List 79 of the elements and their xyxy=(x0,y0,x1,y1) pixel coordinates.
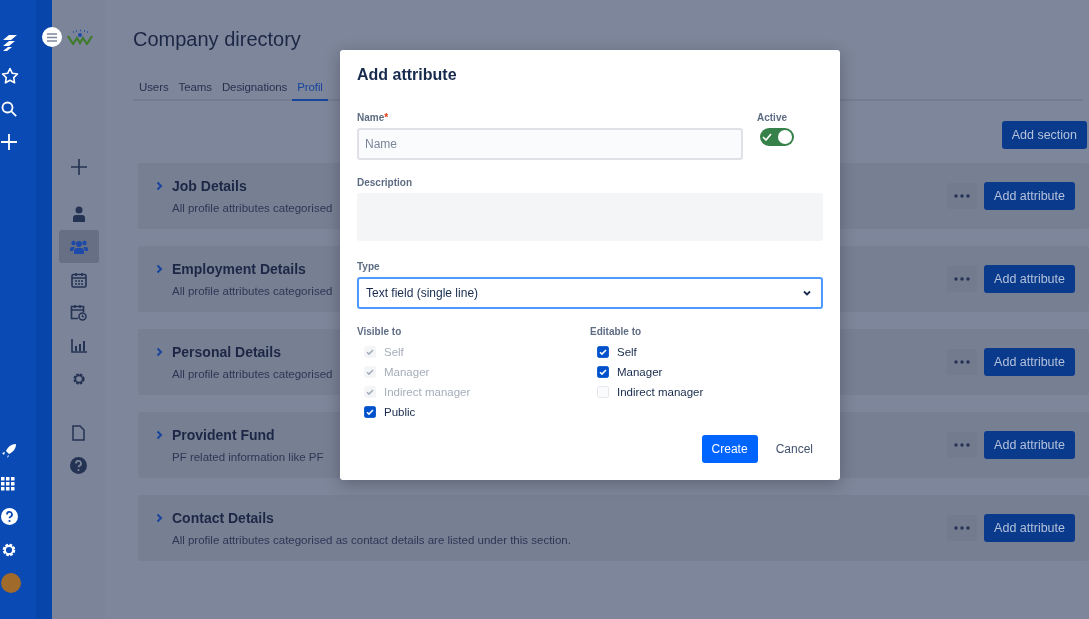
settings-icon[interactable] xyxy=(1,541,17,558)
add-attribute-button[interactable]: Add attribute xyxy=(984,514,1075,542)
tab[interactable]: Users xyxy=(133,79,174,101)
chevron-right-icon[interactable] xyxy=(156,513,163,523)
sidebar-item[interactable] xyxy=(58,230,99,263)
checkbox-label: Indirect manager xyxy=(384,386,471,398)
field-label: Name xyxy=(357,112,385,123)
chevron-right-icon[interactable] xyxy=(156,347,163,357)
section-description: All profile attributes categorised xyxy=(172,368,333,380)
more-icon xyxy=(954,526,971,530)
field-label: Type xyxy=(357,261,381,272)
dialog-title: Add attribute xyxy=(357,66,458,84)
more-icon xyxy=(954,443,971,447)
active-toggle[interactable] xyxy=(760,128,794,146)
section-title: Provident Fund xyxy=(172,427,275,443)
checkbox[interactable] xyxy=(597,366,609,378)
more-button[interactable] xyxy=(947,432,978,458)
section-description: All profile attributes categorised xyxy=(172,202,333,214)
add-attribute-button[interactable]: Add attribute xyxy=(984,182,1075,210)
more-icon xyxy=(954,277,971,281)
document-icon xyxy=(72,424,85,441)
rocket-icon[interactable] xyxy=(1,442,17,459)
section-title: Employment Details xyxy=(172,261,306,277)
group-label: Editable to xyxy=(590,326,643,337)
app-grid-icon[interactable] xyxy=(1,476,15,491)
plus-icon[interactable] xyxy=(1,133,17,150)
required-mark: * xyxy=(384,112,389,123)
section-description: PF related information like PF xyxy=(172,451,324,463)
group-label: Visible to xyxy=(357,326,403,337)
section-title: Job Details xyxy=(172,178,247,194)
cancel-button[interactable]: Cancel xyxy=(765,435,823,463)
checkbox[interactable] xyxy=(364,406,376,418)
field-label: Description xyxy=(357,177,413,188)
name-input[interactable]: Name xyxy=(357,128,743,160)
add-attribute-button[interactable]: Add attribute xyxy=(984,348,1075,376)
checkbox-label: Self xyxy=(384,346,404,358)
chevron-down-icon xyxy=(803,290,811,296)
add-section-button[interactable]: Add section xyxy=(1001,121,1087,149)
chevron-right-icon[interactable] xyxy=(156,430,163,440)
help-icon[interactable] xyxy=(1,508,18,525)
checkbox-label: Manager xyxy=(617,366,663,378)
checkbox-label: Self xyxy=(617,346,637,358)
calendar-clock-icon xyxy=(70,304,87,321)
section-title: Contact Details xyxy=(172,510,274,526)
field-label: Active xyxy=(757,112,788,123)
type-select[interactable]: Text field (single line) xyxy=(357,277,823,309)
add-attribute-button[interactable]: Add attribute xyxy=(984,431,1075,459)
calendar-icon xyxy=(70,271,87,288)
more-button[interactable] xyxy=(947,183,978,209)
person-icon xyxy=(71,205,86,222)
checkbox[interactable] xyxy=(597,346,609,358)
people-logo-icon xyxy=(67,29,93,45)
more-icon xyxy=(954,360,971,364)
section-description: All profile attributes categorised as contact details are listed under this section. xyxy=(172,534,571,546)
avatar[interactable] xyxy=(1,572,21,593)
plus-icon xyxy=(69,157,88,176)
add-attribute-button[interactable]: Add attribute xyxy=(984,265,1075,293)
tab[interactable]: Teams xyxy=(173,79,217,101)
star-icon[interactable] xyxy=(1,66,19,85)
stairs-logo-icon[interactable] xyxy=(1,33,19,52)
more-button[interactable] xyxy=(947,266,978,292)
search-icon[interactable] xyxy=(1,100,17,117)
checkbox-label: Indirect manager xyxy=(617,386,704,398)
section-description: All profile attributes categorised xyxy=(172,285,333,297)
page-title: Company directory xyxy=(133,28,302,51)
bar-chart-icon xyxy=(70,338,87,353)
check-icon xyxy=(762,133,772,141)
more-icon xyxy=(954,194,971,198)
section-title: Personal Details xyxy=(172,344,281,360)
people-icon xyxy=(69,238,88,255)
tab[interactable]: Designations xyxy=(216,79,293,101)
more-button[interactable] xyxy=(947,515,978,541)
chevron-right-icon[interactable] xyxy=(156,181,163,191)
checkbox-label: Manager xyxy=(384,366,430,378)
more-button[interactable] xyxy=(947,349,978,375)
chevron-right-icon[interactable] xyxy=(156,264,163,274)
checkbox-label: Public xyxy=(384,406,416,418)
create-button[interactable]: Create xyxy=(701,435,758,463)
help-icon xyxy=(70,457,87,474)
